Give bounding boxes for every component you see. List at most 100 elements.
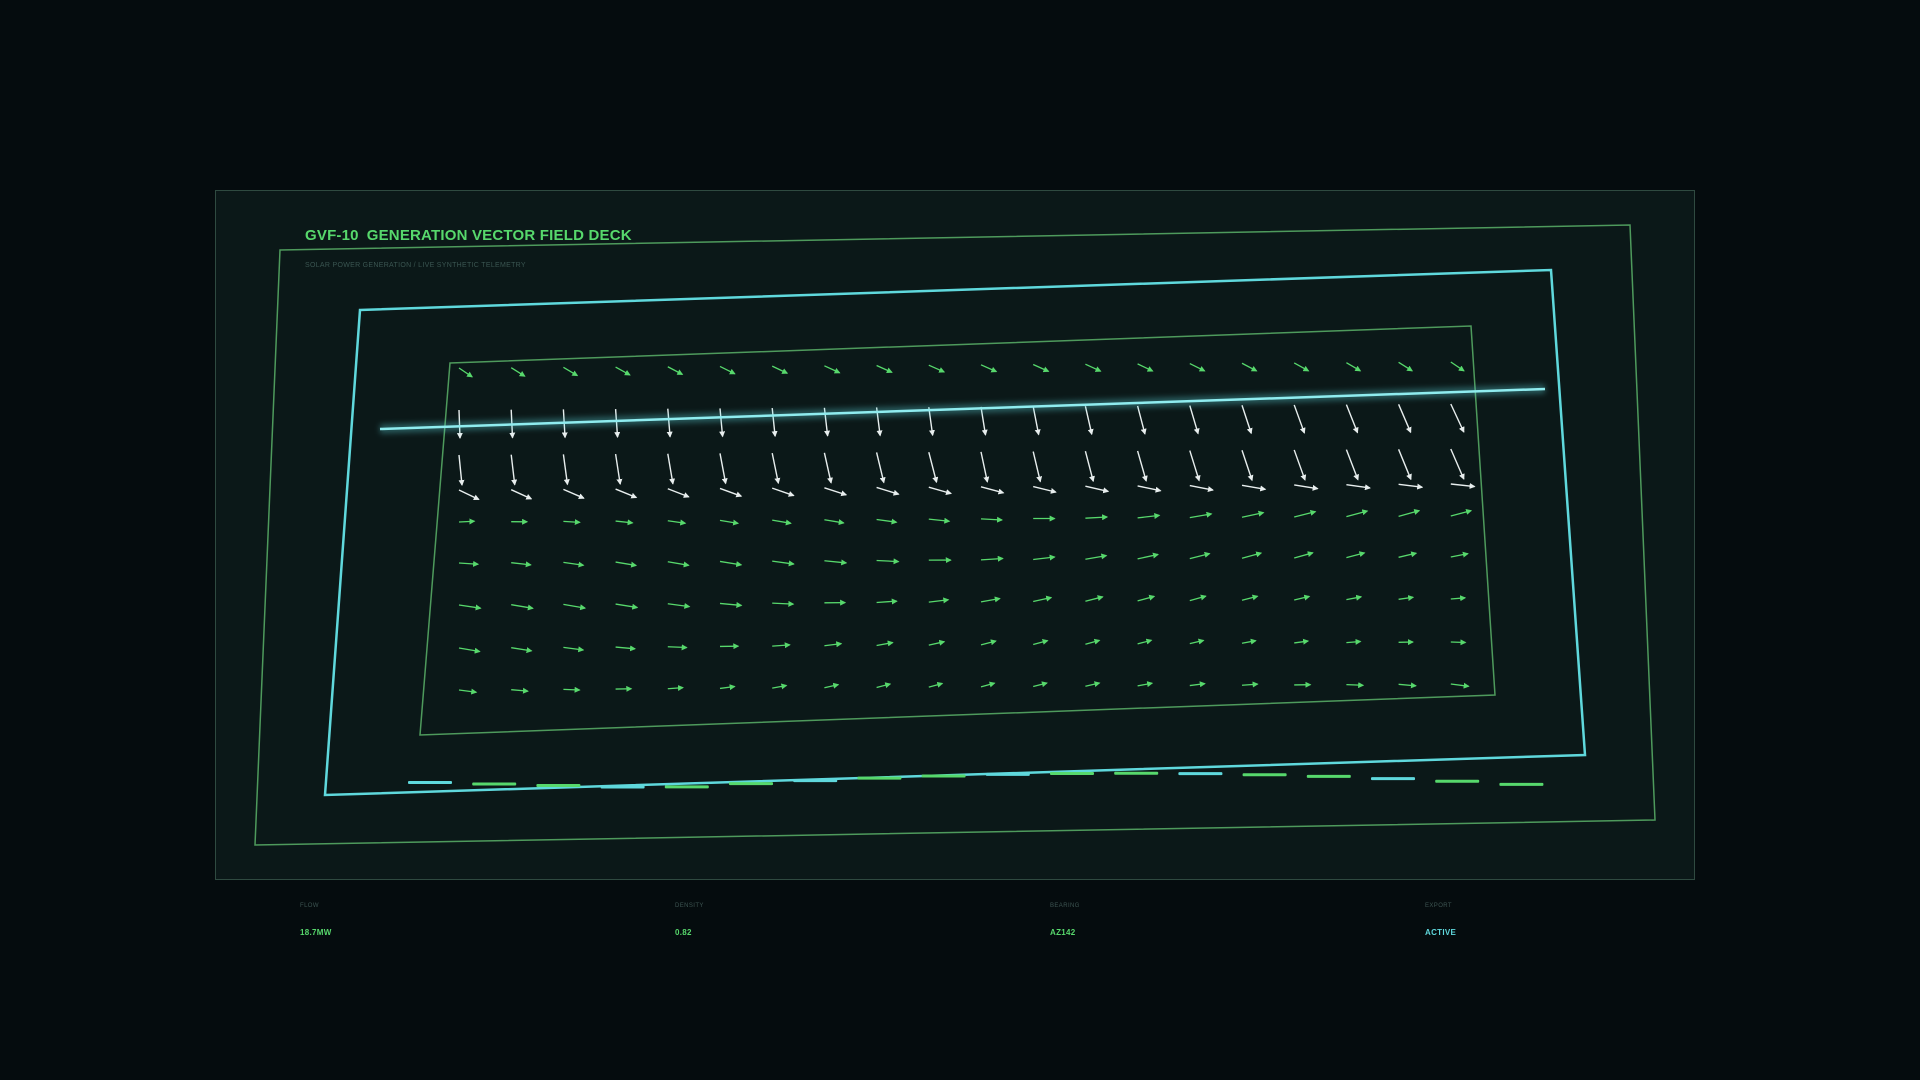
vector-arrow: [1293, 362, 1310, 372]
vector-arrow: [719, 519, 740, 526]
page-title: GVF-10 GENERATION VECTOR FIELD DECK: [305, 227, 632, 244]
vector-arrow: [1085, 514, 1109, 521]
vector-arrow: [928, 517, 951, 524]
vector-arrow: [563, 561, 585, 568]
vector-arrow: [928, 681, 944, 688]
vector-arrow: [1137, 638, 1153, 645]
vector-arrow: [667, 366, 684, 375]
vector-arrow: [1241, 484, 1267, 492]
vector-arrow: [615, 488, 638, 499]
stat-export: EXPORT ACTIVE: [1425, 903, 1725, 937]
stat-bearing-label: BEARING: [1050, 903, 1080, 909]
vector-arrow: [1033, 639, 1049, 646]
vector-arrow: [1450, 361, 1465, 372]
vector-arrow: [667, 488, 690, 498]
vector-arrow: [1085, 595, 1104, 602]
vector-arrow: [1346, 362, 1362, 372]
vector-arrow: [1189, 484, 1214, 493]
vector-arrow: [458, 367, 474, 378]
vector-arrow: [1085, 363, 1102, 372]
vector-arrow: [1033, 681, 1048, 688]
vector-arrow: [1085, 485, 1110, 494]
vector-arrow: [823, 452, 833, 484]
vector-arrow: [928, 364, 946, 373]
vector-arrow: [458, 489, 480, 501]
vector-arrow: [458, 647, 481, 654]
vector-arrow: [1294, 594, 1311, 601]
vector-arrow: [928, 486, 952, 496]
stat-flow-value: 18.7MW: [300, 928, 332, 937]
vector-arrow: [1346, 638, 1362, 645]
vector-arrow: [563, 366, 579, 377]
vector-arrow: [1345, 404, 1359, 434]
stat-flow: FLOW 18.7MW: [300, 903, 600, 937]
vector-arrow: [1346, 682, 1365, 689]
vector-arrow: [772, 519, 792, 526]
vector-arrow: [458, 560, 480, 567]
vector-arrow: [771, 487, 795, 497]
vector-arrow: [1294, 484, 1319, 491]
vector-arrow: [1450, 403, 1465, 433]
vector-arrow: [719, 684, 736, 691]
vector-arrow: [1189, 638, 1205, 645]
vector-arrow: [980, 639, 997, 646]
vector-arrow: [980, 516, 1004, 523]
vector-arrow: [824, 682, 840, 689]
stat-bearing: BEARING AZ142: [1050, 903, 1350, 937]
vector-arrow: [980, 555, 1004, 562]
stat-density-value: 0.82: [675, 928, 692, 937]
vector-arrow: [719, 601, 743, 608]
bar-segment: [1178, 772, 1223, 776]
vector-arrow: [1137, 363, 1154, 372]
vector-arrow: [1450, 639, 1467, 646]
vector-arrow: [1033, 554, 1056, 561]
vector-arrow: [875, 452, 886, 484]
vector-arrow: [928, 451, 939, 484]
vector-arrow: [719, 487, 743, 498]
vector-arrow: [458, 688, 478, 695]
vector-arrow: [1450, 508, 1473, 517]
vector-arrow: [1293, 449, 1307, 481]
stat-density: DENSITY 0.82: [675, 903, 975, 937]
vector-arrow: [980, 681, 996, 688]
bar-segment: [1435, 779, 1480, 783]
vector-arrow: [980, 596, 1001, 603]
vector-arrow: [1137, 681, 1154, 688]
vector-arrow: [1398, 594, 1415, 601]
vector-arrow: [1084, 406, 1094, 436]
vector-arrow: [1397, 449, 1412, 481]
vector-arrow: [1397, 404, 1412, 434]
vector-arrow: [1398, 509, 1421, 517]
vector-arrow: [719, 365, 736, 375]
vector-arrow: [1189, 681, 1206, 688]
vector-arrow: [771, 365, 789, 374]
bar-segment: [1114, 771, 1159, 775]
vector-arrow: [876, 598, 898, 605]
stat-flow-label: FLOW: [300, 903, 319, 909]
vector-arrow: [667, 561, 690, 568]
bar-segment: [1242, 773, 1287, 777]
vector-arrow: [719, 560, 743, 568]
bar-segment: [857, 776, 902, 780]
vector-arrow: [1241, 405, 1253, 435]
vector-arrow: [615, 366, 631, 376]
vector-arrow: [980, 364, 998, 373]
vector-arrow: [1398, 483, 1424, 490]
vector-arrow: [1136, 405, 1147, 435]
stat-export-value: ACTIVE: [1425, 928, 1457, 937]
vector-arrow: [562, 454, 570, 486]
vector-arrow: [1450, 682, 1470, 689]
vector-arrow: [824, 487, 848, 497]
vector-arrow: [667, 602, 691, 609]
vector-arrow: [614, 453, 623, 486]
vector-arrow: [876, 364, 893, 374]
vector-arrow: [824, 365, 841, 374]
vector-arrow: [667, 644, 688, 651]
stat-density-label: DENSITY: [675, 903, 704, 909]
cyan-frame: [323, 268, 1587, 797]
vector-arrow: [772, 600, 795, 607]
vector-arrow: [511, 687, 529, 694]
vector-arrow: [615, 603, 639, 610]
vector-arrow: [1241, 510, 1265, 518]
vector-arrow: [1398, 551, 1418, 558]
